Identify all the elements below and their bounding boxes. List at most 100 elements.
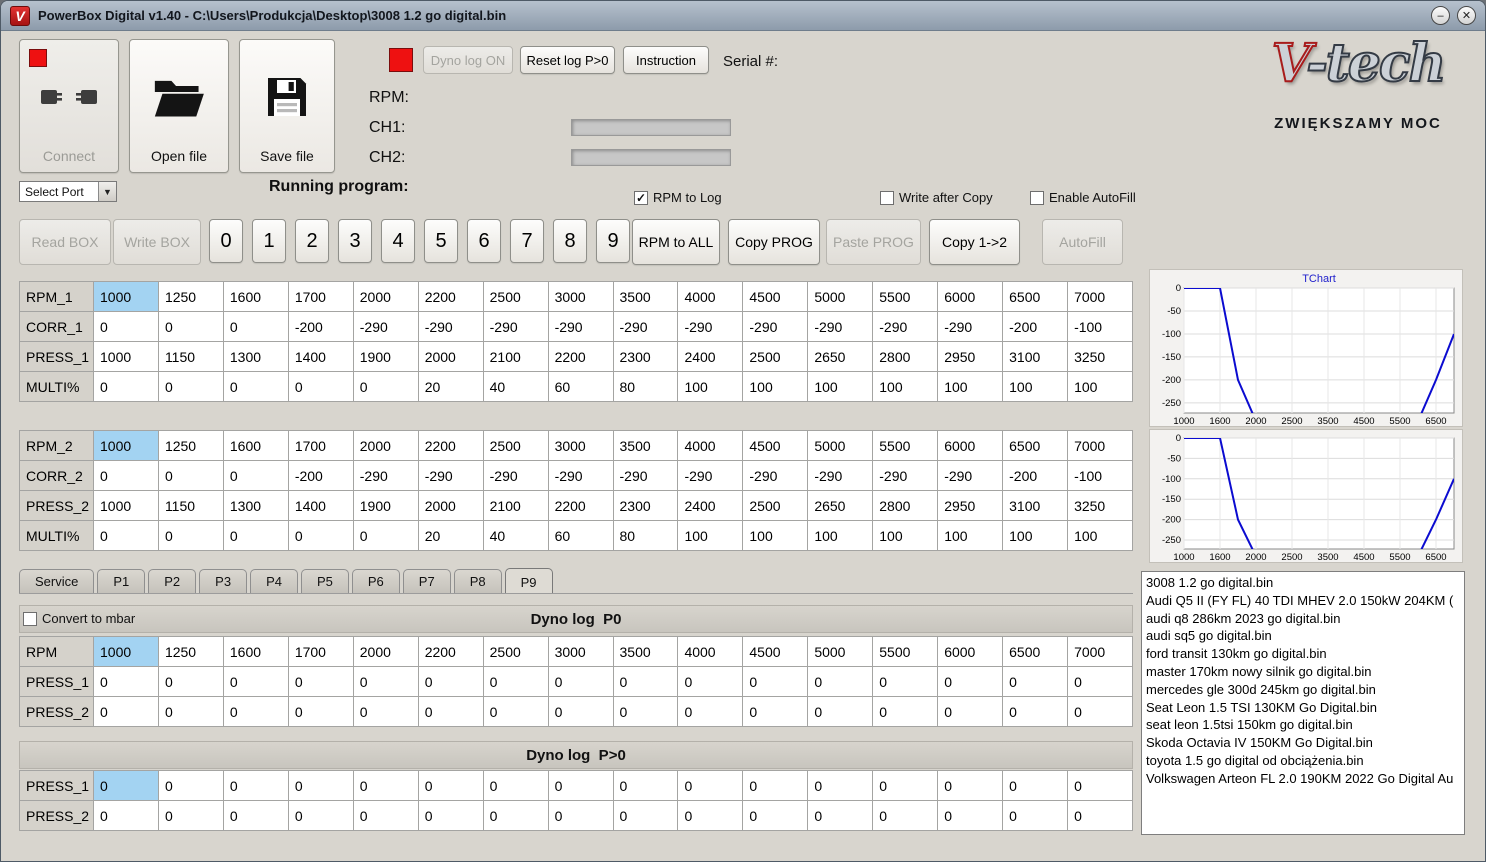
cell[interactable]: 0 [417,666,484,697]
cell[interactable]: 2000 [352,281,419,312]
cell[interactable]: 1700 [287,636,354,667]
cell[interactable]: 2950 [937,490,1004,521]
file-list-item[interactable]: seat leon 1.5tsi 150km go digital.bin [1146,716,1460,734]
cell[interactable]: 0 [742,696,809,727]
file-list-item[interactable]: ford transit 130km go digital.bin [1146,645,1460,663]
tab-p9[interactable]: P9 [504,568,553,594]
cell[interactable]: 2000 [417,490,484,521]
cell[interactable]: 0 [93,311,159,342]
cell[interactable]: 1000 [93,341,159,372]
cell[interactable]: 3000 [547,281,614,312]
cell[interactable]: 2000 [352,636,419,667]
cell[interactable]: 6500 [1002,430,1069,461]
cell[interactable]: 40 [482,520,549,551]
cell[interactable]: 1600 [222,636,289,667]
cell[interactable]: 0 [742,800,809,831]
cell[interactable]: -290 [482,460,549,491]
digit-button-9[interactable]: 9 [596,219,630,263]
cell[interactable]: 1300 [222,341,289,372]
cell[interactable]: 3500 [612,636,679,667]
cell[interactable]: 1150 [157,341,224,372]
cell[interactable]: 0 [1002,666,1069,697]
cell[interactable]: 80 [612,520,679,551]
paste-prog-button[interactable]: Paste PROG [826,219,921,265]
cell[interactable]: 0 [742,770,809,801]
cell[interactable]: 0 [93,460,159,491]
cell[interactable]: 100 [742,520,809,551]
cell[interactable]: 2000 [352,430,419,461]
cell[interactable]: 2300 [612,341,679,372]
cell[interactable]: -290 [807,460,874,491]
cell[interactable]: 0 [807,696,874,727]
cell[interactable]: 0 [742,666,809,697]
cell[interactable]: 0 [1002,696,1069,727]
cell[interactable]: 1900 [352,490,419,521]
cell[interactable]: 0 [287,371,354,402]
select-port-dropdown[interactable]: Select Port ▼ [19,181,117,202]
cell[interactable]: 2650 [807,490,874,521]
cell[interactable]: 0 [872,696,939,727]
digit-button-4[interactable]: 4 [381,219,415,263]
cell[interactable]: 1700 [287,281,354,312]
cell[interactable]: 60 [547,520,614,551]
cell[interactable]: -290 [807,311,874,342]
cell[interactable]: -290 [677,460,744,491]
cell[interactable]: 0 [482,800,549,831]
cell[interactable]: 0 [547,770,614,801]
file-list-item[interactable]: audi q8 286km 2023 go digital.bin [1146,610,1460,628]
cell[interactable]: 7000 [1067,430,1133,461]
cell[interactable]: 2200 [417,636,484,667]
cell[interactable]: 4000 [677,430,744,461]
cell[interactable]: 20 [417,371,484,402]
cell[interactable]: 3100 [1002,341,1069,372]
cell[interactable]: -290 [937,460,1004,491]
cell[interactable]: 0 [352,371,419,402]
cell[interactable]: 100 [677,371,744,402]
minimize-button[interactable]: – [1431,6,1450,25]
file-list-item[interactable]: Seat Leon 1.5 TSI 130KM Go Digital.bin [1146,699,1460,717]
cell[interactable]: 0 [482,770,549,801]
cell[interactable]: 2500 [482,281,549,312]
cell[interactable]: 100 [1067,371,1133,402]
cell[interactable]: 20 [417,520,484,551]
cell[interactable]: 1250 [157,281,224,312]
cell[interactable]: 0 [1002,800,1069,831]
copy-1-to-2-button[interactable]: Copy 1->2 [929,219,1020,265]
titlebar[interactable]: V PowerBox Digital v1.40 - C:\Users\Prod… [1,1,1485,31]
digit-button-5[interactable]: 5 [424,219,458,263]
cell[interactable]: 0 [547,696,614,727]
cell[interactable]: 0 [677,770,744,801]
dyno-log-on-button[interactable]: Dyno log ON [423,46,513,74]
cell[interactable]: 2500 [742,490,809,521]
cell[interactable]: 0 [287,666,354,697]
cell[interactable]: 0 [93,666,159,697]
cell[interactable]: 100 [872,371,939,402]
cell[interactable]: 4000 [677,281,744,312]
cell[interactable]: 2200 [547,341,614,372]
cell[interactable]: 2100 [482,341,549,372]
cell[interactable]: 100 [1002,371,1069,402]
cell[interactable]: -200 [1002,311,1069,342]
cell[interactable]: 0 [93,371,159,402]
cell[interactable]: 0 [417,800,484,831]
cell[interactable]: 2300 [612,490,679,521]
file-list-item[interactable]: toyota 1.5 go digital od obciążenia.bin [1146,752,1460,770]
cell[interactable]: 0 [287,770,354,801]
file-list-item[interactable]: Skoda Octavia IV 150KM Go Digital.bin [1146,734,1460,752]
autofill-button[interactable]: AutoFill [1042,219,1123,265]
digit-button-1[interactable]: 1 [252,219,286,263]
cell[interactable]: 60 [547,371,614,402]
cell[interactable]: 1700 [287,430,354,461]
cell[interactable]: 1000 [93,430,159,461]
cell[interactable]: 3500 [612,281,679,312]
cell[interactable]: 2800 [872,341,939,372]
cell[interactable]: -200 [287,311,354,342]
tab-p1[interactable]: P1 [97,569,146,593]
cell[interactable]: -290 [612,460,679,491]
cell[interactable]: 0 [157,520,224,551]
cell[interactable]: 0 [93,770,159,801]
cell[interactable]: 0 [612,666,679,697]
cell[interactable]: 6500 [1002,281,1069,312]
cell[interactable]: 1400 [287,341,354,372]
file-list-item[interactable]: Volkswagen Arteon FL 2.0 190KM 2022 Go D… [1146,770,1460,788]
